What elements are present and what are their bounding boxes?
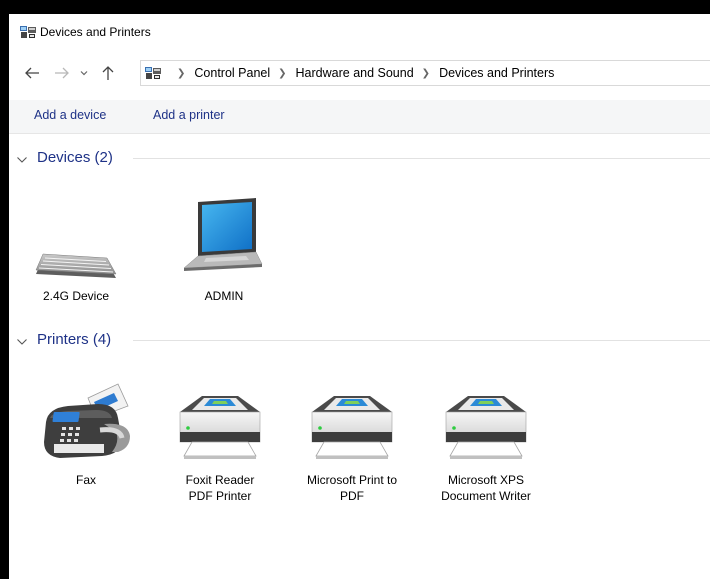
address-bar[interactable]: ❯ Control Panel ❯ Hardware and Sound ❯ D… (140, 60, 710, 86)
printer-item-microsoft-print-to-pdf[interactable]: Microsoft Print to PDF (304, 388, 400, 504)
printer-item-fax[interactable]: Fax (38, 382, 134, 488)
group-divider (133, 158, 710, 159)
recent-locations-chevron-down-icon[interactable] (75, 64, 93, 82)
device-label: 2.4G Device (42, 289, 110, 303)
navigation-bar: ❯ Control Panel ❯ Hardware and Sound ❯ D… (9, 58, 710, 90)
window-title: Devices and Printers (40, 25, 151, 39)
device-label: ADMIN (204, 289, 244, 303)
laptop-icon (183, 198, 263, 271)
group-divider (133, 340, 710, 341)
add-printer-button[interactable]: Add a printer (153, 108, 225, 122)
printer-icon (311, 396, 393, 459)
collapse-chevron-icon[interactable] (16, 335, 28, 349)
devices-group-header[interactable]: Devices (2) (9, 149, 710, 169)
breadcrumb-devices-and-printers[interactable]: Devices and Printers (439, 66, 554, 80)
command-bar: Add a device Add a printer (9, 100, 710, 134)
breadcrumb-separator-icon[interactable]: ❯ (177, 68, 185, 79)
fax-icon (44, 383, 130, 458)
devices-printers-location-icon (145, 67, 161, 82)
printers-group-header[interactable]: Printers (4) (9, 331, 710, 351)
keyboard-icon (35, 253, 117, 278)
add-device-button[interactable]: Add a device (34, 108, 106, 122)
devices-and-printers-window: Devices and Printers ❯ Control Panel ❯ H… (9, 14, 710, 579)
breadcrumb-separator-icon[interactable]: ❯ (422, 68, 430, 79)
up-arrow-icon[interactable] (99, 64, 117, 82)
breadcrumb-hardware-and-sound[interactable]: Hardware and Sound (296, 66, 414, 80)
printer-item-microsoft-xps[interactable]: Microsoft XPS Document Writer (436, 388, 536, 504)
printers-group-title: Printers (4) (37, 331, 120, 348)
devices-printers-app-icon (20, 26, 36, 41)
printer-icon (179, 396, 261, 459)
breadcrumb: ❯ Control Panel ❯ Hardware and Sound ❯ D… (169, 66, 554, 80)
title-bar: Devices and Printers (9, 14, 710, 49)
devices-group-title: Devices (2) (37, 149, 121, 166)
back-arrow-icon[interactable] (23, 64, 41, 82)
collapse-chevron-icon[interactable] (16, 153, 28, 167)
printer-label: Microsoft Print to PDF (306, 473, 398, 503)
printer-label: Fax (75, 473, 96, 487)
printer-item-foxit[interactable]: Foxit Reader PDF Printer (172, 388, 268, 504)
forward-arrow-icon[interactable] (53, 64, 71, 82)
device-item-admin[interactable]: ADMIN (176, 194, 272, 304)
device-item-2-4g[interactable]: 2.4G Device (28, 202, 124, 304)
printer-label: Microsoft XPS Document Writer (441, 473, 531, 503)
breadcrumb-control-panel[interactable]: Control Panel (194, 66, 270, 80)
breadcrumb-separator-icon[interactable]: ❯ (278, 68, 286, 79)
printer-label: Foxit Reader PDF Printer (185, 473, 255, 503)
printer-icon (445, 396, 527, 459)
